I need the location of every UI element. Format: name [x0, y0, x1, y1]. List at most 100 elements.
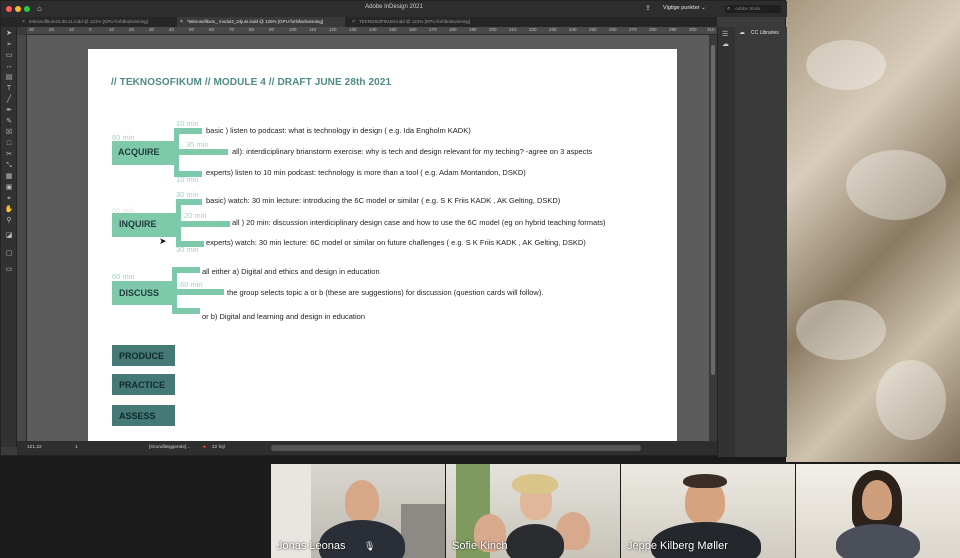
participant-tile-1[interactable]: Jonas Leonas 🎙 [271, 464, 445, 558]
close-tab-icon[interactable]: × [352, 17, 355, 27]
vertical-scrollbar[interactable] [709, 35, 717, 441]
ruler-number: 60 [209, 27, 215, 32]
content-collector-icon[interactable]: ▤ [4, 73, 14, 82]
panel-menu-icon[interactable]: ☰ [722, 30, 728, 38]
preflight-errors[interactable]: 22 fejl [212, 445, 225, 450]
cc-libraries-tab[interactable]: CC Libraries [751, 30, 779, 36]
screen-mode-icon[interactable]: ▭ [4, 265, 14, 274]
document-tabs: × teknosofikum23.06.21.indd @ 121% [GPU-f… [1, 17, 717, 27]
discuss-total-minutes: 60 min [112, 272, 135, 281]
inquire-item-3-minutes: 30 min [176, 245, 199, 254]
close-tab-icon[interactable]: × [22, 17, 25, 27]
scissors-tool-icon[interactable]: ✂ [4, 150, 14, 159]
pencil-tool-icon[interactable]: ✎ [4, 117, 14, 126]
muted-microphone-icon: 🎙 [364, 541, 376, 551]
document-page[interactable]: // TEKNOSOFIKUM // MODULE 4 // DRAFT JUN… [88, 49, 677, 441]
participant-tile-4[interactable] [796, 464, 960, 558]
ruler-number: 310 [707, 27, 715, 32]
ruler-number: 50 [189, 27, 195, 32]
ruler-number: 240 [569, 27, 577, 32]
hand-tool-icon[interactable]: ✋ [4, 205, 14, 214]
discuss-item-2-text[interactable]: the group selects topic a or b (these ar… [227, 288, 543, 297]
cc-libraries-icon[interactable]: ☁ [722, 40, 729, 48]
acquire-branch-mid [174, 149, 228, 155]
acquire-item-2-text[interactable]: all): interdiciplinary brianstorm exerci… [232, 147, 592, 156]
ruler-number: 260 [609, 27, 617, 32]
inquire-item-2-text[interactable]: all ) 20 min: discussion interdiciplinar… [232, 218, 606, 227]
ruler-number: 130 [349, 27, 357, 32]
cloud-icon: ☁ [739, 30, 745, 36]
horizontal-scrollbar[interactable] [271, 445, 641, 451]
inquire-item-2-minutes: 20 min [184, 211, 207, 220]
selection-tool-icon[interactable]: ➤ [4, 29, 14, 38]
discuss-item-2-minutes: 60 min [180, 280, 203, 289]
formatting-affects-icon[interactable]: ▢ [4, 249, 14, 258]
line-tool-icon[interactable]: ╱ [4, 95, 14, 104]
page-heading[interactable]: // TEKNOSOFIKUM // MODULE 4 // DRAFT JUN… [111, 77, 391, 88]
workspace-label: Vigtige punkter [663, 5, 700, 11]
type-tool-icon[interactable]: T [4, 84, 14, 93]
ruler-number: 250 [589, 27, 597, 32]
scrollbar-thumb[interactable] [711, 45, 715, 375]
acquire-item-3-minutes: 10 min [176, 175, 199, 184]
zoom-level[interactable]: 121,22 [27, 445, 42, 450]
cc-libraries-panel [735, 27, 787, 457]
ruler-number: 300 [689, 27, 697, 32]
discuss-item-3-text[interactable]: or b) Digital and learning and design in… [202, 312, 365, 321]
vertical-ruler [17, 35, 27, 441]
inquire-branch-mid [176, 221, 230, 227]
note-tool-icon[interactable]: ▣ [4, 183, 14, 192]
search-placeholder: Adobe Stock [735, 6, 761, 11]
stock-search-input[interactable]: ⌕ Adobe Stock [725, 5, 781, 13]
participant-tile-3[interactable]: Jeppe Kilberg Møller [621, 464, 795, 558]
ruler-number: 150 [389, 27, 397, 32]
ruler-number: 180 [449, 27, 457, 32]
ruler-number: 270 [629, 27, 637, 32]
desktop-wallpaper [786, 0, 960, 462]
ruler-number: 210 [509, 27, 517, 32]
ruler-number: 120 [329, 27, 337, 32]
page-number[interactable]: 1 [75, 445, 78, 450]
ruler-number: 110 [309, 27, 317, 32]
acquire-item-1-minutes: 10 min [176, 119, 199, 128]
ruler-number: 170 [429, 27, 437, 32]
inquire-item-1-text[interactable]: basic) watch: 30 min lecture: introducin… [206, 196, 560, 205]
rectangle-frame-tool-icon[interactable]: ☒ [4, 128, 14, 137]
chevron-down-icon: ⌄ [701, 5, 706, 11]
ruler-number: 30 [149, 27, 155, 32]
acquire-item-1-text[interactable]: basic ) listen to podcast: what is techn… [206, 126, 471, 135]
ruler-number: 190 [469, 27, 477, 32]
page-tool-icon[interactable]: ▭ [4, 51, 14, 60]
tab-document-1[interactable]: × teknosofikum23.06.21.indd @ 121% [GPU-f… [19, 17, 175, 27]
pen-tool-icon[interactable]: ✒ [4, 106, 14, 115]
rectangle-tool-icon[interactable]: □ [4, 139, 14, 148]
tab-document-3[interactable]: × TEKNOSOFIKUM.indd @ 121% [GPU-forhåndsv… [349, 17, 489, 27]
eyedropper-tool-icon[interactable]: ⌖ [4, 194, 14, 203]
gradient-tool-icon[interactable]: ▦ [4, 172, 14, 181]
tab-document-2[interactable]: × *teknosofikum_ modul4_24juni.indd @ 125… [177, 17, 345, 27]
zoom-tool-icon[interactable]: ⚲ [4, 216, 14, 225]
style-selector[interactable]: [Grundlæggende]... [149, 445, 190, 450]
ruler-number: 90 [269, 27, 275, 32]
participant-tile-2[interactable]: Sofie Kinch [446, 464, 620, 558]
discuss-branch-mid [172, 289, 224, 295]
acquire-branch-top [174, 128, 202, 134]
discuss-item-1-text[interactable]: all either a) Digital and ethics and des… [202, 267, 380, 276]
ruler-number: 80 [249, 27, 255, 32]
ruler-number: 100 [289, 27, 297, 32]
pasteboard[interactable]: // TEKNOSOFIKUM // MODULE 4 // DRAFT JUN… [27, 35, 709, 441]
ruler-number: 10 [109, 27, 115, 32]
direct-selection-tool-icon[interactable]: ➢ [4, 40, 14, 49]
acquire-item-3-text[interactable]: experts) listen to 10 min podcast: techn… [206, 168, 526, 177]
close-tab-icon[interactable]: × [180, 17, 183, 27]
ruler-number: 200 [489, 27, 497, 32]
inquire-item-3-text[interactable]: experts) watch: 30 min lecture: 6C model… [206, 238, 586, 247]
mouse-cursor-icon: ➤ [159, 236, 167, 246]
free-transform-tool-icon[interactable]: ⤡ [4, 161, 14, 170]
indesign-window: ⌂ Adobe InDesign 2021 ⇪ Vigtige punkter … [0, 0, 787, 457]
share-icon[interactable]: ⇪ [645, 4, 654, 13]
gap-tool-icon[interactable]: ↔ [4, 62, 14, 71]
workspace-switcher[interactable]: Vigtige punkter ⌄ [663, 5, 706, 11]
fill-stroke-swatch-icon[interactable]: ◪ [4, 231, 14, 240]
ruler-number: 20 [129, 27, 135, 32]
